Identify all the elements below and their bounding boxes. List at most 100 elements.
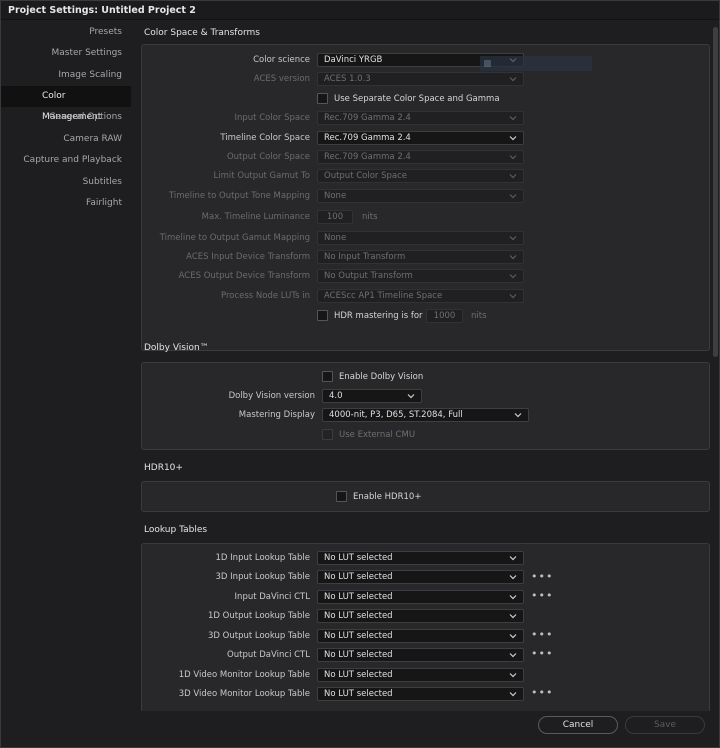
settings-content: Color Space & Transforms Color science D… — [131, 21, 711, 711]
input-color-space-dropdown[interactable]: Rec.709 Gamma 2.4 — [317, 111, 524, 125]
gamut-mapping-dropdown[interactable]: None — [317, 231, 524, 245]
more-options-icon[interactable]: ••• — [531, 590, 553, 601]
lut-value: No LUT selected — [324, 670, 393, 680]
chevron-down-icon — [508, 650, 518, 660]
node-luts-label: Process Node LUTs in — [220, 291, 310, 301]
section-title-color-space: Color Space & Transforms — [144, 28, 260, 38]
chevron-down-icon — [508, 592, 518, 602]
save-button[interactable]: Save — [625, 716, 705, 734]
scrollbar-thumb[interactable] — [713, 27, 718, 357]
color-science-value: DaVinci YRGB — [324, 55, 383, 65]
lut-value: No LUT selected — [324, 572, 393, 582]
color-science-label: Color science — [253, 55, 310, 65]
aces-version-dropdown[interactable]: ACES 1.0.3 — [317, 72, 524, 86]
output-color-space-value: Rec.709 Gamma 2.4 — [324, 152, 411, 162]
chevron-down-icon — [508, 631, 518, 641]
window-title: Project Settings: Untitled Project 2 — [8, 5, 196, 16]
more-options-icon[interactable]: ••• — [531, 687, 553, 698]
chevron-down-icon — [508, 572, 518, 582]
lut-3d-output-dropdown[interactable]: No LUT selected — [317, 629, 524, 643]
lut-1d-input-dropdown[interactable]: No LUT selected — [317, 551, 524, 565]
node-luts-dropdown[interactable]: ACEScc AP1 Timeline Space — [317, 289, 524, 303]
color-space-panel: Color science DaVinci YRGB ACES version … — [141, 44, 710, 351]
node-luts-value: ACEScc AP1 Timeline Space — [324, 291, 443, 301]
sidebar-item-presets[interactable]: Presets — [1, 22, 131, 43]
input-davinci-ctl-dropdown[interactable]: No LUT selected — [317, 590, 524, 604]
lut-3d-monitor-dropdown[interactable]: No LUT selected — [317, 687, 524, 701]
aces-version-label: ACES version — [253, 74, 310, 84]
aces-odt-dropdown[interactable]: No Output Transform — [317, 269, 524, 283]
lut-label: 1D Video Monitor Lookup Table — [178, 670, 310, 680]
chevron-down-icon — [508, 113, 518, 123]
sidebar-item-color-management[interactable]: Color Management — [1, 86, 131, 122]
lut-label: 1D Output Lookup Table — [208, 611, 310, 621]
tone-mapping-value: None — [324, 191, 347, 201]
sidebar-item-image-scaling[interactable]: Image Scaling — [1, 65, 131, 86]
dialog-footer: Cancel Save — [1, 711, 719, 747]
enable-dolby-vision-checkbox[interactable] — [322, 371, 333, 382]
max-luminance-input[interactable]: 100 — [317, 210, 353, 224]
lookup-tables-panel: 1D Input Lookup Table No LUT selected 3D… — [141, 543, 710, 711]
separate-color-space-checkbox[interactable] — [317, 93, 328, 104]
lut-label: 3D Output Lookup Table — [208, 631, 310, 641]
sidebar-item-subtitles[interactable]: Subtitles — [1, 172, 131, 193]
sidebar-item-camera-raw[interactable]: Camera RAW — [1, 129, 131, 150]
aces-version-value: ACES 1.0.3 — [324, 74, 371, 84]
chevron-down-icon — [508, 611, 518, 621]
aces-idt-value: No Input Transform — [324, 252, 406, 262]
chevron-down-icon — [508, 252, 518, 262]
lut-value: No LUT selected — [324, 592, 393, 602]
section-title-hdr10: HDR10+ — [144, 463, 183, 473]
more-options-icon[interactable]: ••• — [531, 571, 553, 582]
aces-idt-dropdown[interactable]: No Input Transform — [317, 250, 524, 264]
enable-dolby-vision-label: Enable Dolby Vision — [339, 372, 424, 382]
sidebar-item-fairlight[interactable]: Fairlight — [1, 193, 131, 214]
external-cmu-checkbox[interactable] — [322, 429, 333, 440]
ghost-image-icon — [484, 60, 491, 67]
enable-hdr10-checkbox[interactable] — [336, 491, 347, 502]
chevron-down-icon — [508, 271, 518, 281]
lut-value: No LUT selected — [324, 689, 393, 699]
chevron-down-icon — [508, 133, 518, 143]
limit-gamut-value: Output Color Space — [324, 171, 408, 181]
sidebar-item-general-options[interactable]: General Options — [1, 107, 131, 128]
content-scrollbar[interactable] — [711, 21, 719, 711]
lut-1d-output-dropdown[interactable]: No LUT selected — [317, 609, 524, 623]
dolby-version-dropdown[interactable]: 4.0 — [322, 389, 422, 403]
aces-odt-label: ACES Output Device Transform — [178, 271, 310, 281]
cancel-button[interactable]: Cancel — [538, 716, 618, 734]
lut-label: Input DaVinci CTL — [234, 592, 310, 602]
mastering-display-label: Mastering Display — [238, 410, 315, 420]
section-title-dolby-vision: Dolby Vision™ — [144, 343, 209, 353]
tone-mapping-label: Timeline to Output Tone Mapping — [168, 191, 310, 201]
lut-value: No LUT selected — [324, 631, 393, 641]
gamut-mapping-value: None — [324, 233, 347, 243]
hdr-mastering-nits-input[interactable]: 1000 — [426, 309, 463, 323]
title-bar: Project Settings: Untitled Project 2 — [1, 1, 719, 20]
chevron-down-icon — [406, 391, 416, 401]
separate-color-space-label: Use Separate Color Space and Gamma — [334, 94, 500, 104]
mastering-display-dropdown[interactable]: 4000-nit, P3, D65, ST.2084, Full — [322, 408, 529, 422]
input-color-space-label: Input Color Space — [234, 113, 310, 123]
input-color-space-value: Rec.709 Gamma 2.4 — [324, 113, 411, 123]
gamut-mapping-label: Timeline to Output Gamut Mapping — [159, 233, 310, 243]
timeline-color-space-dropdown[interactable]: Rec.709 Gamma 2.4 — [317, 131, 524, 145]
limit-gamut-dropdown[interactable]: Output Color Space — [317, 169, 524, 183]
chevron-down-icon — [508, 670, 518, 680]
aces-odt-value: No Output Transform — [324, 271, 413, 281]
ghost-drag-overlay — [480, 56, 592, 71]
lut-1d-monitor-dropdown[interactable]: No LUT selected — [317, 668, 524, 682]
output-davinci-ctl-dropdown[interactable]: No LUT selected — [317, 648, 524, 662]
sidebar-item-capture-playback[interactable]: Capture and Playback — [1, 150, 131, 171]
output-color-space-dropdown[interactable]: Rec.709 Gamma 2.4 — [317, 150, 524, 164]
sidebar-item-master-settings[interactable]: Master Settings — [1, 43, 131, 64]
hdr-mastering-checkbox[interactable] — [317, 310, 328, 321]
more-options-icon[interactable]: ••• — [531, 648, 553, 659]
section-title-lookup-tables: Lookup Tables — [144, 525, 208, 535]
tone-mapping-dropdown[interactable]: None — [317, 189, 524, 203]
timeline-color-space-label: Timeline Color Space — [220, 133, 310, 143]
output-color-space-label: Output Color Space — [226, 152, 310, 162]
hdr-mastering-unit: nits — [471, 311, 487, 321]
more-options-icon[interactable]: ••• — [531, 629, 553, 640]
lut-3d-input-dropdown[interactable]: No LUT selected — [317, 570, 524, 584]
